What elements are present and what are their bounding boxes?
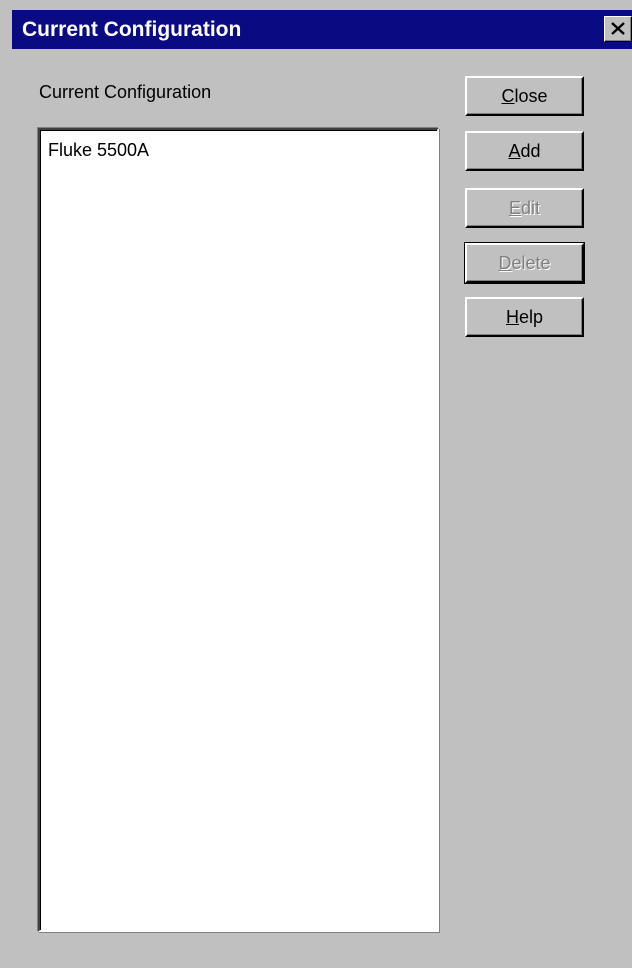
close-x-glyph	[611, 22, 625, 35]
delete-button[interactable]: Delete	[464, 242, 585, 284]
current-configuration-dialog: Current Configuration Current Configurat…	[0, 0, 632, 968]
configuration-listbox[interactable]: Fluke 5500A	[38, 128, 439, 932]
add-button-accel: A	[508, 141, 521, 161]
delete-button-label: elete	[511, 253, 551, 273]
add-button-label: dd	[520, 141, 541, 161]
configuration-list-label: Current Configuration	[39, 82, 212, 102]
delete-button-accel: D	[498, 253, 512, 273]
edit-button-accel: E	[508, 198, 521, 218]
close-button-accel: C	[501, 86, 515, 106]
close-button[interactable]: Close	[465, 76, 584, 116]
edit-button-label: dit	[521, 198, 541, 218]
close-button-label: lose	[514, 86, 548, 106]
help-button[interactable]: Help	[465, 297, 584, 337]
add-button[interactable]: Add	[465, 131, 584, 171]
help-button-accel: H	[505, 307, 519, 327]
title-bar[interactable]: Current Configuration	[12, 10, 632, 49]
list-item[interactable]: Fluke 5500A	[48, 140, 149, 161]
close-x-icon[interactable]	[604, 16, 632, 42]
window-title: Current Configuration	[22, 18, 242, 41]
help-button-label: elp	[518, 307, 544, 327]
edit-button[interactable]: Edit	[465, 188, 584, 228]
